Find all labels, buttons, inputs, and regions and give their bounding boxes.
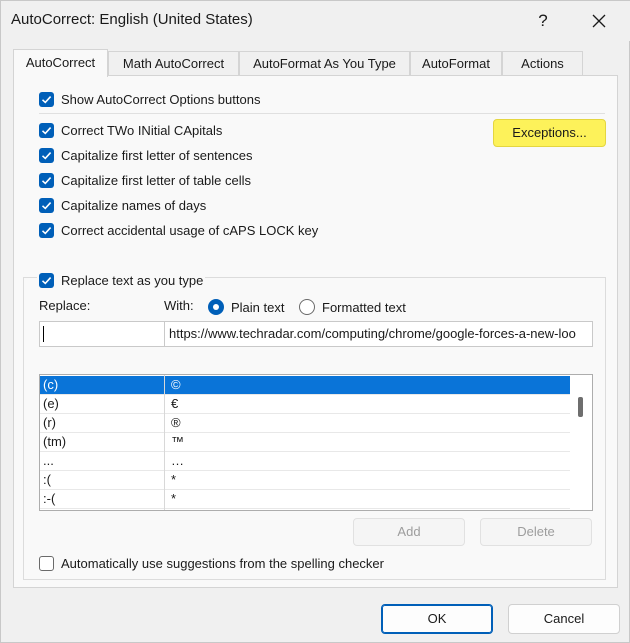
checkbox-checked-icon [39,197,54,213]
autocorrect-entries-list[interactable]: (c) © (e) € (r) ® (tm) ™ ... … :( * :-( … [39,374,593,511]
with-cell: * [171,472,177,487]
tab-autoformat[interactable]: AutoFormat [410,51,502,76]
checkbox-label: Correct TWo INitial CApitals [61,122,223,138]
tab-label: Actions [521,56,564,71]
radio-selected-icon [208,299,224,315]
column-divider [164,375,165,510]
scrollbar-thumb[interactable] [578,397,583,417]
with-input[interactable]: https://www.techradar.com/computing/chro… [164,321,593,347]
correct-two-initial-capitals-checkbox[interactable]: Correct TWo INitial CApitals [39,121,222,139]
checkbox-checked-icon [39,122,54,138]
list-row[interactable]: ... … [40,452,570,471]
radio-label: Plain text [231,299,285,315]
checkbox-checked-icon [39,147,54,163]
capitalize-table-cells-checkbox[interactable]: Capitalize first letter of table cells [39,171,251,189]
tab-label: AutoCorrect [25,55,96,70]
replace-input[interactable] [39,321,165,347]
with-cell: ® [171,415,181,430]
cancel-button[interactable]: Cancel [508,604,620,634]
button-label: OK [427,611,447,626]
replace-cell: (c) [43,377,59,392]
button-label: Exceptions... [512,125,587,140]
ok-button[interactable]: OK [381,604,493,634]
show-autocorrect-buttons-checkbox[interactable]: Show AutoCorrect Options buttons [39,90,260,108]
title-bar: AutoCorrect: English (United States) ? [1,1,630,41]
formatted-text-radio[interactable]: Formatted text [299,298,406,316]
list-row[interactable]: (tm) ™ [40,433,570,452]
help-button[interactable]: ? [520,5,566,37]
with-cell: ™ [171,434,184,449]
tab-actions[interactable]: Actions [502,51,583,76]
with-cell: * [171,491,177,506]
with-cell: © [171,377,181,392]
replace-cell: :( [43,472,51,487]
separator [39,113,605,114]
checkbox-checked-icon [39,91,54,107]
list-row[interactable]: (c) © [40,376,570,395]
add-button[interactable]: Add [353,518,465,546]
radio-label: Formatted text [322,299,406,315]
delete-button[interactable]: Delete [480,518,592,546]
close-button[interactable] [576,5,622,37]
vertical-scrollbar[interactable] [570,375,592,510]
checkbox-unchecked-icon [39,555,54,571]
exceptions-button[interactable]: Exceptions... [493,119,606,147]
help-icon: ? [538,11,548,30]
close-icon [592,14,606,28]
tab-label: Math AutoCorrect [122,56,225,71]
with-cell: € [171,396,179,411]
list-row[interactable]: :( * [40,471,570,490]
checkbox-label: Correct accidental usage of cAPS LOCK ke… [61,222,319,238]
tab-label: AutoFormat [422,56,490,71]
tab-label: AutoFormat As You Type [253,56,396,71]
checkbox-label: Capitalize first letter of table cells [61,172,252,188]
checkbox-checked-icon [39,272,54,288]
caps-lock-checkbox[interactable]: Correct accidental usage of cAPS LOCK ke… [39,221,318,239]
checkbox-label: Show AutoCorrect Options buttons [61,91,261,107]
with-label: With: [164,298,194,313]
plain-text-radio[interactable]: Plain text [208,298,284,316]
replace-cell: (r) [43,415,56,430]
text-caret [43,326,44,342]
button-label: Add [397,524,421,539]
capitalize-sentences-checkbox[interactable]: Capitalize first letter of sentences [39,146,252,164]
with-input-value: https://www.techradar.com/computing/chro… [169,326,576,341]
radio-unselected-icon [299,299,315,315]
replace-cell: (e) [43,396,59,411]
checkbox-checked-icon [39,222,54,238]
checkbox-label: Capitalize first letter of sentences [61,147,253,163]
capitalize-days-checkbox[interactable]: Capitalize names of days [39,196,206,214]
replace-cell: ... [43,453,54,468]
autocorrect-dialog: AutoCorrect: English (United States) ? A… [0,0,630,643]
dialog-title: AutoCorrect: English (United States) [11,11,253,28]
list-row[interactable]: :-( * [40,490,570,509]
checkbox-label: Capitalize names of days [61,197,207,213]
checkbox-label: Replace text as you type [61,272,204,288]
list-row[interactable]: (r) ® [40,414,570,433]
with-cell: … [171,453,184,468]
replace-cell: :-( [43,491,56,506]
checkbox-label: Automatically use suggestions from the s… [61,555,384,571]
list-row[interactable]: (e) € [40,395,570,414]
replace-text-checkbox[interactable]: Replace text as you type [37,271,206,289]
spelling-suggestions-checkbox[interactable]: Automatically use suggestions from the s… [39,554,384,572]
replace-label: Replace: [39,298,91,313]
tab-math-autocorrect[interactable]: Math AutoCorrect [108,51,239,76]
replace-cell: (tm) [43,434,67,449]
checkbox-checked-icon [39,172,54,188]
button-label: Delete [517,524,555,539]
tab-autocorrect[interactable]: AutoCorrect [13,49,108,77]
button-label: Cancel [543,611,585,626]
tab-autoformat-as-you-type[interactable]: AutoFormat As You Type [239,51,410,76]
